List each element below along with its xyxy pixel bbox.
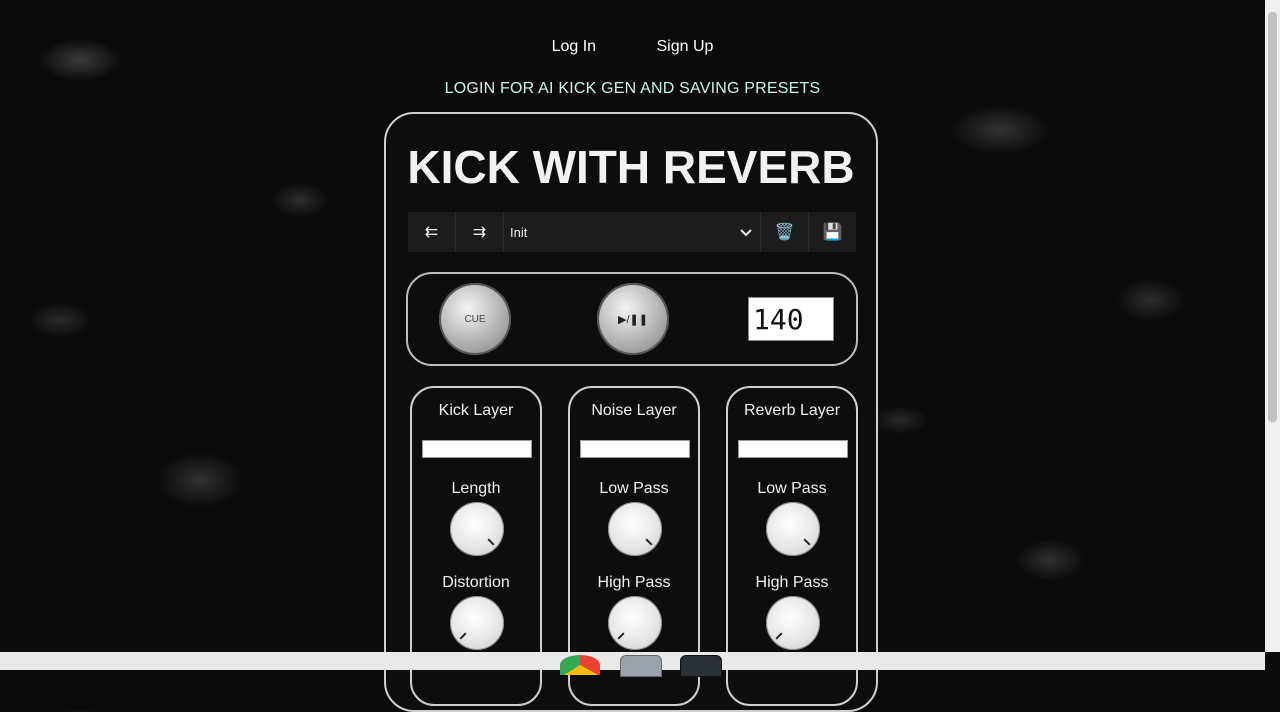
promo-banner: LOGIN FOR AI KICK GEN AND SAVING PRESETS [444, 80, 821, 97]
param-label: Low Pass [599, 480, 669, 497]
files-icon[interactable] [620, 655, 662, 677]
preset-select-value: Init [510, 224, 528, 240]
chevron-down-icon [740, 225, 752, 240]
synth-panel: KICK WITH REVERB ⇇ ⇉ Init 🗑️ 💾 CUE ▶/❚❚ … [384, 112, 878, 712]
reverb-high-pass-knob[interactable] [766, 596, 820, 650]
save-preset-button[interactable]: 💾 [808, 212, 856, 252]
knob-indicator [803, 538, 811, 546]
noise-low-pass-knob[interactable] [608, 502, 662, 556]
delete-preset-button[interactable]: 🗑️ [760, 212, 808, 252]
play-pause-button[interactable]: ▶/❚❚ [597, 283, 669, 355]
chrome-icon[interactable] [560, 655, 600, 675]
reverb-low-pass-knob[interactable] [766, 502, 820, 556]
param-label: High Pass [597, 574, 671, 591]
page-scrollbar[interactable] [1265, 0, 1280, 652]
preset-toolbar: ⇇ ⇉ Init 🗑️ 💾 [408, 212, 856, 252]
prev-preset-button[interactable]: ⇇ [408, 212, 456, 252]
layer-title: Reverb Layer [743, 402, 841, 419]
reverb-layer-select[interactable] [738, 440, 848, 458]
bpm-input[interactable]: 140 [748, 297, 834, 341]
save-icon: 💾 [822, 224, 843, 241]
param-label: Length [451, 480, 501, 497]
length-knob[interactable] [450, 502, 504, 556]
knob-indicator [775, 632, 783, 640]
top-nav: Log In Sign Up [0, 38, 1265, 56]
kick-layer-select[interactable] [422, 440, 532, 458]
login-link[interactable]: Log In [552, 38, 596, 55]
scrollbar-thumb[interactable] [1268, 12, 1277, 422]
param-label: Distortion [442, 574, 510, 591]
arrow-left-icon: ⇇ [424, 224, 439, 241]
play-pause-icon: ▶/❚❚ [618, 313, 648, 326]
cue-label: CUE [464, 313, 486, 325]
noise-high-pass-knob[interactable] [608, 596, 662, 650]
terminal-icon[interactable] [680, 655, 722, 677]
page-title: KICK WITH REVERB [407, 141, 855, 193]
signup-link[interactable]: Sign Up [657, 38, 714, 55]
noise-layer-select[interactable] [580, 440, 690, 458]
param-label: High Pass [755, 574, 829, 591]
layer-title: Kick Layer [438, 402, 514, 419]
trash-icon: 🗑️ [774, 224, 795, 241]
preset-select[interactable]: Init [504, 212, 760, 252]
param-label: Low Pass [757, 480, 827, 497]
knob-indicator [487, 538, 495, 546]
transport-bar: CUE ▶/❚❚ 140 [406, 272, 858, 366]
distortion-knob[interactable] [450, 596, 504, 650]
knob-indicator [645, 538, 653, 546]
cue-button[interactable]: CUE [439, 283, 511, 355]
knob-indicator [617, 632, 625, 640]
layer-title: Noise Layer [591, 402, 677, 419]
arrow-right-icon: ⇉ [472, 224, 487, 241]
knob-indicator [459, 632, 467, 640]
next-preset-button[interactable]: ⇉ [456, 212, 504, 252]
